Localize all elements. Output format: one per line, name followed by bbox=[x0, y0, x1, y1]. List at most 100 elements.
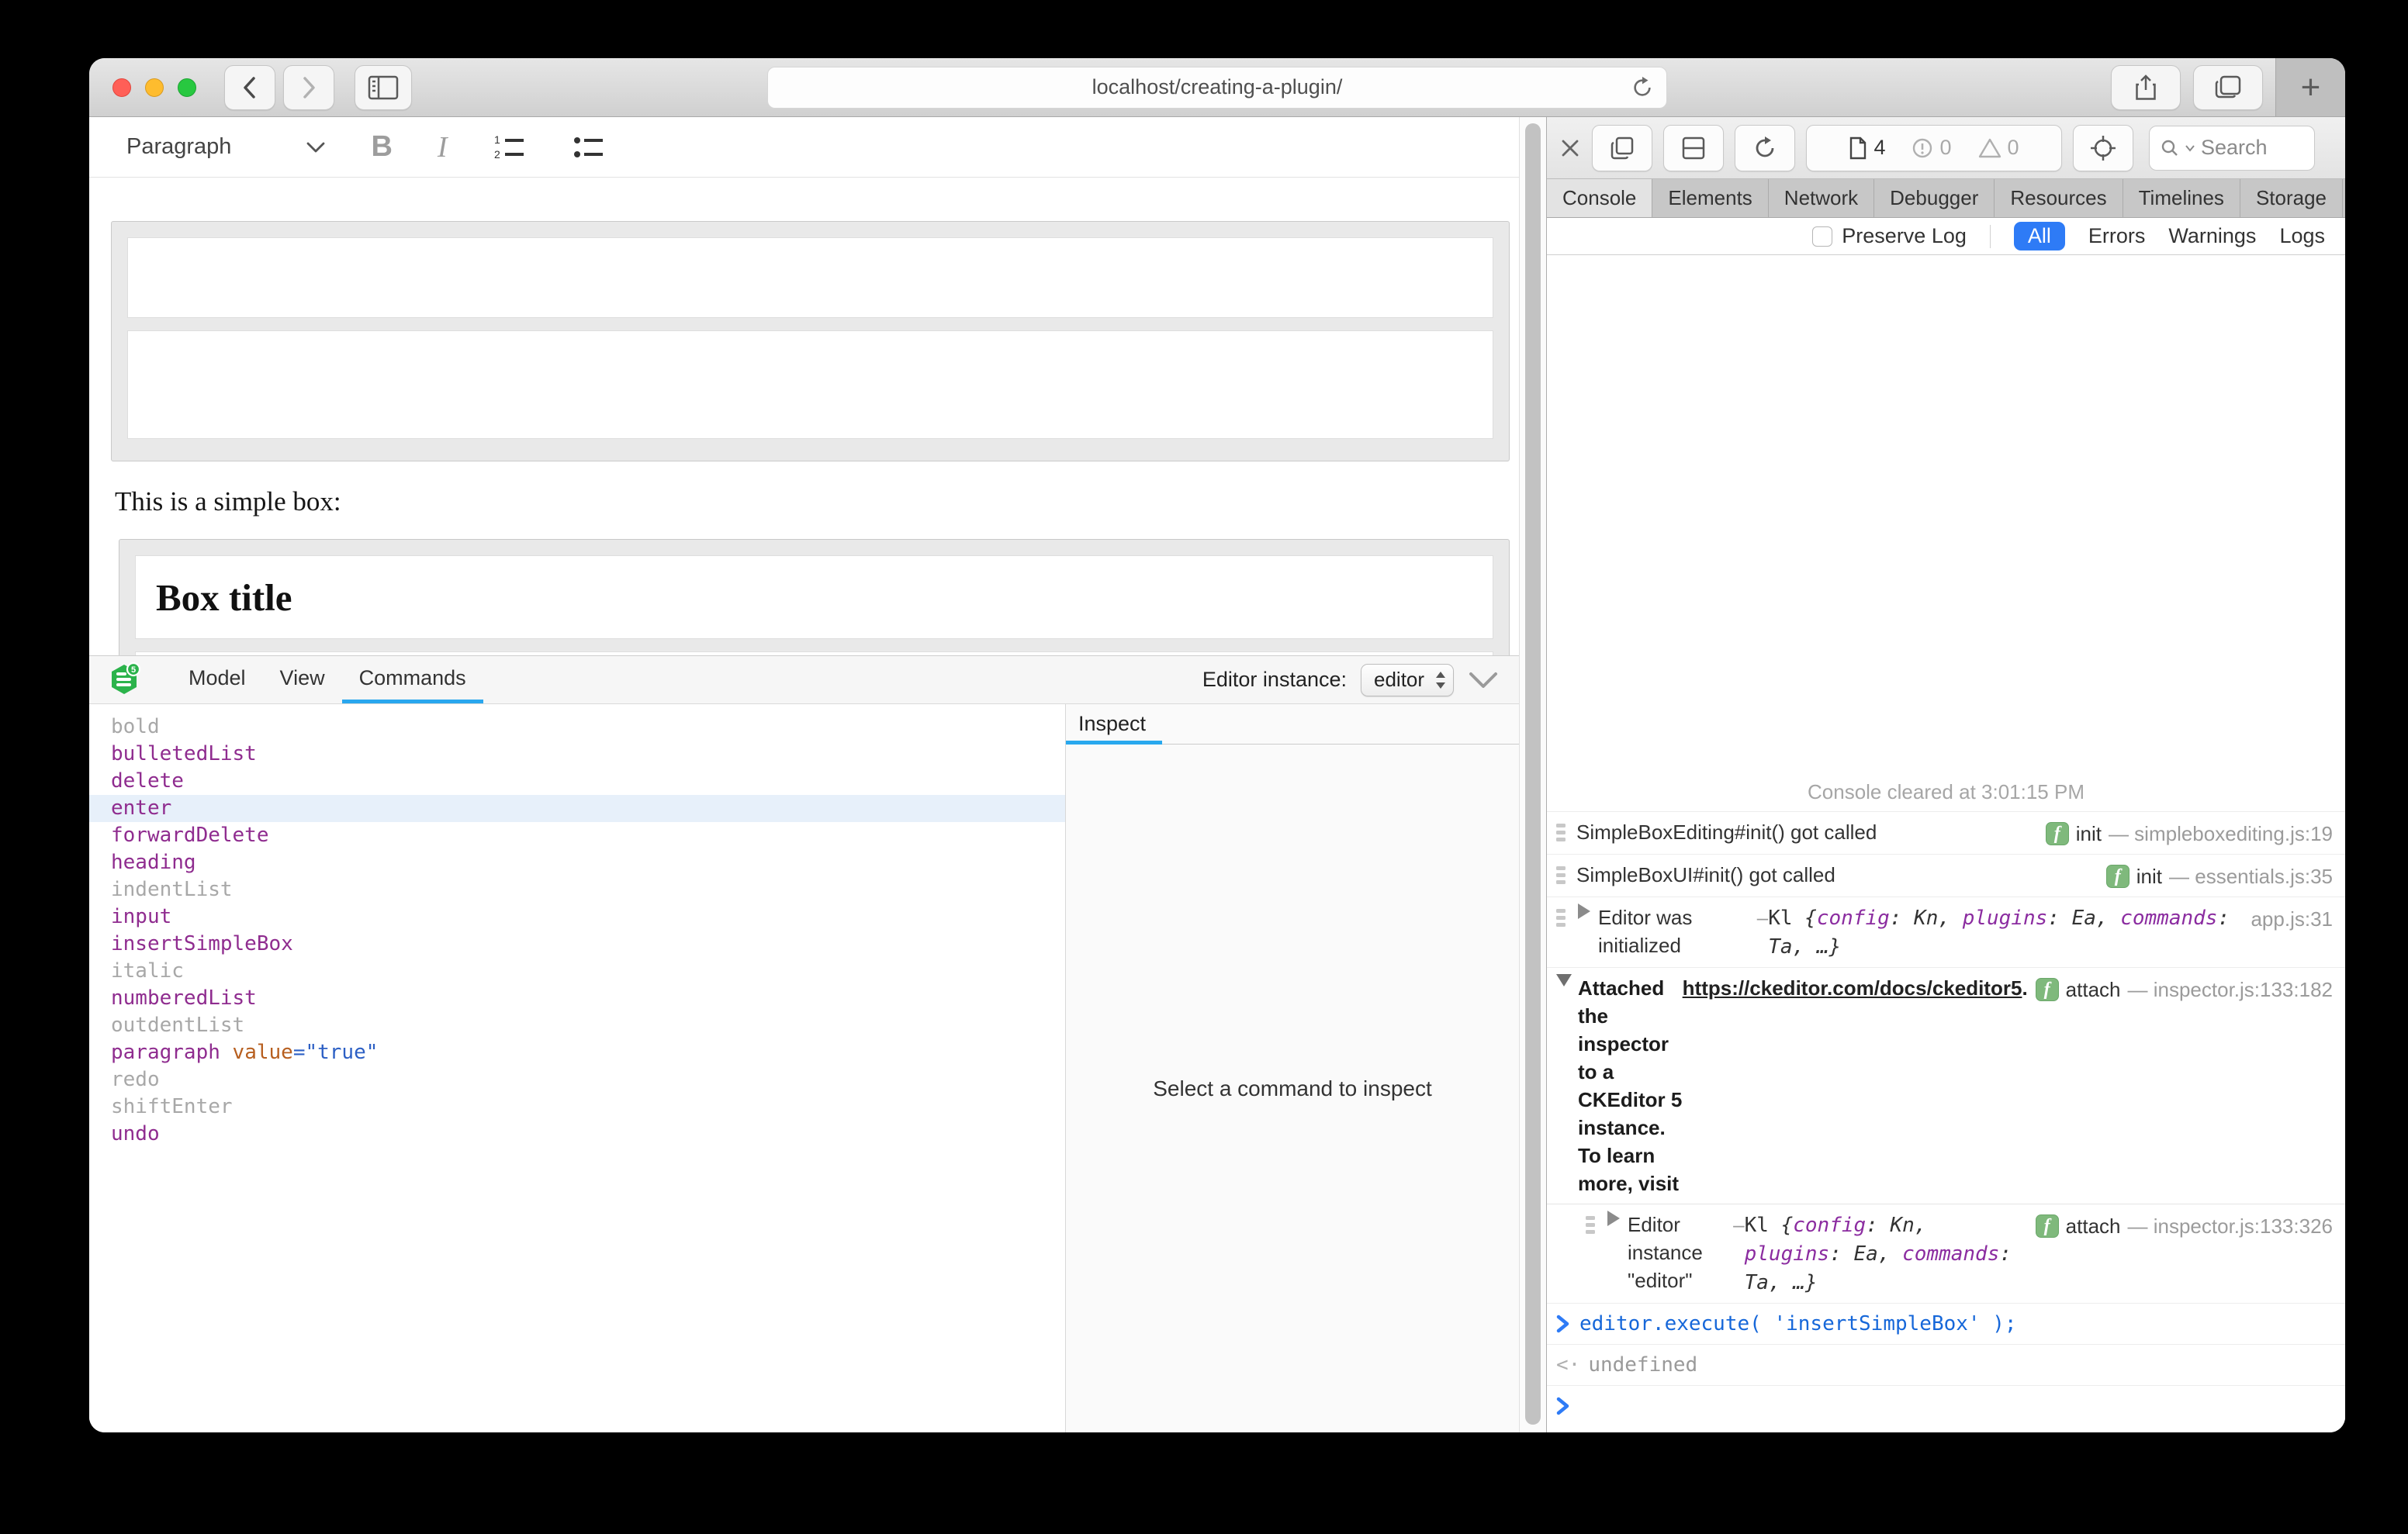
inspect-tab[interactable]: Inspect bbox=[1066, 712, 1146, 736]
issues-summary[interactable]: 4 0 0 bbox=[1806, 125, 2062, 171]
console-command-row[interactable]: editor.execute( 'insertSimpleBox' ); bbox=[1547, 1304, 2345, 1345]
editor-paragraph[interactable]: This is a simple box: bbox=[115, 485, 1519, 519]
back-button[interactable] bbox=[224, 65, 275, 110]
command-item-insertSimpleBox[interactable]: insertSimpleBox bbox=[89, 931, 1065, 958]
command-item-indentList[interactable]: indentList bbox=[89, 876, 1065, 903]
console-result-row[interactable]: <· undefined bbox=[1547, 1345, 2345, 1386]
zoom-window-button[interactable] bbox=[178, 78, 196, 97]
command-item-forwardDelete[interactable]: forwardDelete bbox=[89, 822, 1065, 849]
dock-bottom-button[interactable] bbox=[1663, 125, 1724, 171]
console-log-row-expanded[interactable]: Attached the inspector to a CKEditor 5 i… bbox=[1547, 968, 2345, 1204]
command-item-bulletedList[interactable]: bulletedList bbox=[89, 741, 1065, 768]
command-item-paragraph[interactable]: paragraph value="true" bbox=[89, 1039, 1065, 1066]
console-prompt[interactable] bbox=[1547, 1386, 2345, 1432]
close-window-button[interactable] bbox=[112, 78, 131, 97]
collapse-inspector-button[interactable] bbox=[1468, 671, 1499, 689]
log-icon bbox=[1556, 818, 1569, 848]
editor-instance-select[interactable]: editor bbox=[1361, 664, 1454, 696]
command-item-input[interactable]: input bbox=[89, 903, 1065, 931]
disclosure-triangle[interactable] bbox=[1607, 1211, 1620, 1226]
inspector-tab-timelines[interactable]: Timelines bbox=[2123, 179, 2240, 217]
source-location[interactable]: app.js:31 bbox=[2251, 905, 2333, 933]
ck-inspector-tab-model[interactable]: Model bbox=[171, 656, 263, 703]
command-item-italic[interactable]: italic bbox=[89, 958, 1065, 985]
inspector-tab-debugger[interactable]: Debugger bbox=[1874, 179, 1995, 217]
prompt-chevron-icon bbox=[1556, 1310, 1572, 1338]
console-log-row[interactable]: Editor was initialized – Kl {config: Kn,… bbox=[1547, 897, 2345, 968]
simple-box-title-field[interactable]: Box title bbox=[135, 555, 1493, 639]
ck-inspector-tab-view[interactable]: View bbox=[263, 656, 342, 703]
inspector-tab-network[interactable]: Network bbox=[1769, 179, 1874, 217]
tab-overflow-button[interactable]: » bbox=[2343, 179, 2345, 217]
command-item-enter[interactable]: enter bbox=[89, 795, 1065, 822]
new-tab-button[interactable]: + bbox=[2275, 58, 2345, 116]
page-scrollbar[interactable] bbox=[1519, 117, 1547, 1432]
simple-box-widget[interactable]: Box title bbox=[119, 539, 1510, 655]
bold-button[interactable]: B bbox=[371, 130, 392, 164]
console-log-row[interactable]: SimpleBoxUI#init() got called finit— ess… bbox=[1547, 855, 2345, 897]
console-filter-warnings[interactable]: Warnings bbox=[2168, 224, 2256, 248]
console-filter-errors[interactable]: Errors bbox=[2088, 224, 2146, 248]
box-title-text[interactable]: Box title bbox=[156, 575, 292, 620]
source-location[interactable]: — inspector.js:133:182 bbox=[2128, 976, 2334, 1004]
inspector-tab-console[interactable]: Console bbox=[1547, 179, 1652, 217]
inspector-search-field[interactable]: Search bbox=[2149, 126, 2315, 171]
inspector-tab-storage[interactable]: Storage bbox=[2240, 179, 2343, 217]
command-item-bold[interactable]: bold bbox=[89, 713, 1065, 741]
ckeditor-docs-link[interactable]: https://ckeditor.com/docs/ckeditor5 bbox=[1683, 974, 2022, 1197]
preserve-log-toggle[interactable]: Preserve Log bbox=[1812, 224, 1967, 248]
bulleted-list-button[interactable] bbox=[572, 133, 606, 161]
console-input[interactable] bbox=[1579, 1392, 2333, 1415]
numbered-list-button[interactable]: 12 bbox=[493, 133, 527, 161]
minimize-window-button[interactable] bbox=[145, 78, 164, 97]
simple-box-description-field[interactable] bbox=[127, 330, 1493, 439]
command-item-outdentList[interactable]: outdentList bbox=[89, 1012, 1065, 1039]
source-location[interactable]: — inspector.js:133:326 bbox=[2128, 1212, 2334, 1240]
italic-button[interactable]: I bbox=[438, 130, 448, 164]
web-inspector-tab-bar: ConsoleElementsNetworkDebuggerResourcesT… bbox=[1547, 179, 2345, 218]
dock-side-button[interactable] bbox=[1592, 125, 1652, 171]
ck-inspector-tab-commands[interactable]: Commands bbox=[342, 656, 483, 703]
svg-text:5: 5 bbox=[131, 665, 136, 675]
command-item-heading[interactable]: heading bbox=[89, 849, 1065, 876]
address-bar[interactable]: localhost/creating-a-plugin/ bbox=[767, 67, 1667, 109]
inspector-tab-elements[interactable]: Elements bbox=[1652, 179, 1768, 217]
command-item-delete[interactable]: delete bbox=[89, 768, 1065, 795]
paragraph-dropdown[interactable]: Paragraph bbox=[126, 134, 231, 160]
console-log-row[interactable]: SimpleBoxEditing#init() got called finit… bbox=[1547, 812, 2345, 855]
scrollbar-thumb[interactable] bbox=[1525, 123, 1541, 1425]
reload-page-button[interactable] bbox=[1735, 125, 1795, 171]
chevron-down-icon[interactable] bbox=[306, 141, 326, 154]
disclosure-triangle[interactable] bbox=[1578, 903, 1590, 919]
console-filter-logs[interactable]: Logs bbox=[2279, 224, 2325, 248]
command-item-undo[interactable]: undo bbox=[89, 1121, 1065, 1148]
log-icon bbox=[1586, 1211, 1598, 1297]
inspector-tab-resources[interactable]: Resources bbox=[1995, 179, 2123, 217]
dock-windows-icon bbox=[1609, 135, 1635, 161]
source-location[interactable]: — essentials.js:35 bbox=[2169, 862, 2333, 890]
simple-box-widget[interactable] bbox=[111, 221, 1510, 461]
reload-icon[interactable] bbox=[1631, 76, 1654, 99]
console-filter-all[interactable]: All bbox=[2014, 222, 2065, 250]
console-log-row-nested[interactable]: Editor instance "editor" – Kl {config: K… bbox=[1547, 1204, 2345, 1304]
tab-overview-button[interactable] bbox=[2193, 65, 2263, 110]
console-filter-bar: Preserve Log All Errors Warnings Logs bbox=[1547, 218, 2345, 255]
active-tab-underline bbox=[1066, 741, 1162, 745]
source-location[interactable]: — simpleboxediting.js:19 bbox=[2109, 820, 2333, 848]
editor-content[interactable]: This is a simple box: Box title bbox=[89, 178, 1519, 655]
share-button[interactable] bbox=[2111, 65, 2181, 110]
forward-button[interactable] bbox=[283, 65, 334, 110]
checkbox-icon[interactable] bbox=[1812, 226, 1832, 247]
disclosure-triangle-open[interactable] bbox=[1556, 974, 1572, 986]
chevron-right-icon bbox=[300, 75, 317, 100]
command-item-numberedList[interactable]: numberedList bbox=[89, 985, 1065, 1012]
search-placeholder: Search bbox=[2201, 136, 2268, 160]
simple-box-description-field[interactable] bbox=[135, 651, 1493, 655]
page-count: 4 bbox=[1849, 136, 1885, 160]
element-picker-button[interactable] bbox=[2073, 125, 2133, 171]
simple-box-title-field[interactable] bbox=[127, 237, 1493, 318]
command-item-redo[interactable]: redo bbox=[89, 1066, 1065, 1093]
sidebar-toggle-button[interactable] bbox=[355, 65, 412, 110]
close-inspector-button[interactable] bbox=[1559, 137, 1581, 159]
command-item-shiftEnter[interactable]: shiftEnter bbox=[89, 1093, 1065, 1121]
